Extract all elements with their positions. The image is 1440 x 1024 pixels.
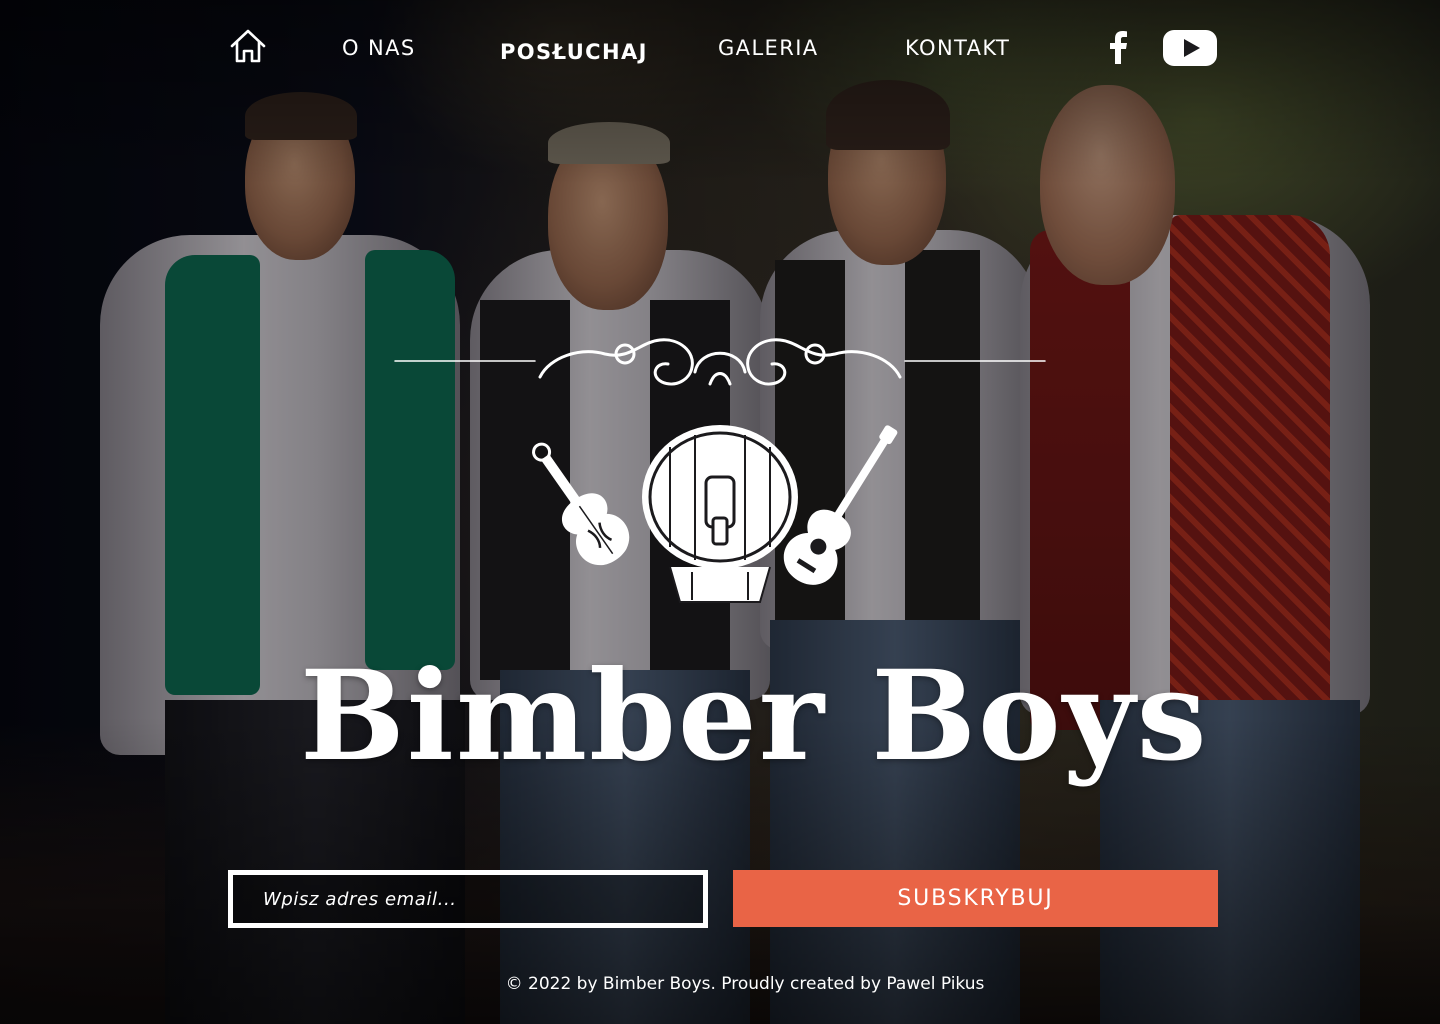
- band-logo: Bimber Boys: [300, 322, 1209, 822]
- band-name-title: Bimber Boys: [300, 644, 1209, 789]
- email-input[interactable]: [233, 875, 703, 923]
- email-field[interactable]: [228, 870, 708, 928]
- subscribe-button[interactable]: SUBSKRYBUJ: [733, 870, 1218, 927]
- nav-link-galeria[interactable]: GALERIA: [718, 36, 819, 60]
- footer-copyright: © 2022 by Bimber Boys. Proudly created b…: [505, 974, 985, 994]
- logo-emblem: [394, 338, 1046, 603]
- facebook-icon: [1110, 31, 1127, 64]
- nav-link-o-nas[interactable]: O NAS: [342, 36, 416, 60]
- nav-link-kontakt[interactable]: KONTAKT: [905, 36, 1010, 60]
- nav-link-posluchaj[interactable]: POSŁUCHAJ: [500, 40, 648, 64]
- youtube-icon: [1163, 30, 1217, 66]
- main-navigation: O NAS POSŁUCHAJ GALERIA KONTAKT: [0, 0, 1440, 100]
- facebook-link[interactable]: [1104, 30, 1132, 68]
- barrel-icon: [642, 425, 798, 603]
- home-icon: [230, 29, 266, 63]
- youtube-link[interactable]: [1162, 29, 1218, 71]
- flourish-ornament: [394, 338, 1046, 386]
- home-button[interactable]: [228, 26, 268, 66]
- violin-icon: [532, 442, 630, 565]
